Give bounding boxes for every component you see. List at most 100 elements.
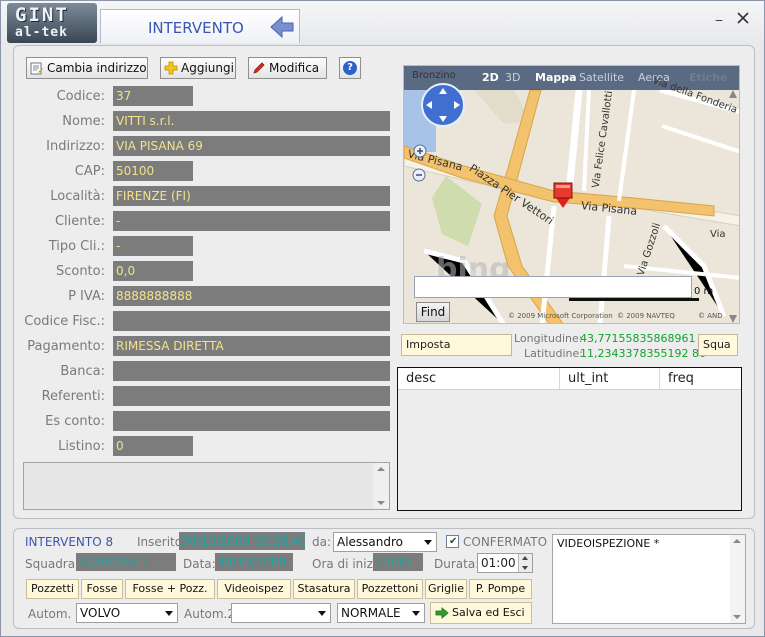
find-button[interactable]: Find (416, 302, 450, 322)
localita-label: Località: (50, 189, 105, 204)
latitude-value: 11,2343378355192 86 (580, 347, 706, 360)
pagamento-label: Pagamento: (27, 339, 105, 354)
street-label-via: Via (710, 229, 726, 240)
service-pozzettoni-button[interactable]: Pozzettoni (357, 579, 423, 599)
indirizzo-field[interactable]: VIA PISANA 69 (113, 136, 390, 156)
notes-scrollbar-right[interactable] (730, 535, 745, 623)
service-fosse-button[interactable]: Fosse (81, 579, 123, 599)
memo-scroll-up-icon[interactable] (733, 539, 741, 543)
piva-field[interactable]: 8888888888 (113, 286, 390, 306)
service-griglie-button[interactable]: Griglie (425, 579, 467, 599)
pagamento-field[interactable]: RIMESSA DIRETTA (113, 336, 390, 356)
map-tab-satellite[interactable]: Satellite (579, 71, 624, 84)
priority-select[interactable]: NORMALE (337, 603, 425, 623)
codice-fisc-field[interactable] (113, 311, 390, 331)
map-vertical-scrollbar[interactable] (727, 90, 739, 323)
save-and-exit-button[interactable]: Salva ed Esci (430, 602, 532, 624)
durata-stepper-buttons[interactable] (518, 554, 532, 572)
service-pozzetti-button[interactable]: Pozzetti (26, 579, 79, 599)
edit-button[interactable]: Modifica (248, 57, 327, 79)
change-address-label: Cambia indirizzo (47, 61, 147, 75)
map-view[interactable]: 2D 3D Mappa Satellite Aerea Etiche Bronz… (403, 65, 740, 324)
piva-label: P IVA: (68, 289, 105, 304)
notes-textarea[interactable] (23, 462, 390, 510)
title-bar: GINT al-tek INTERVENTO _ (1, 1, 764, 45)
close-icon[interactable] (736, 11, 750, 25)
memo-scroll-down-icon[interactable] (733, 615, 741, 619)
data-label: Data: (183, 557, 216, 571)
durata-label: Durata: (434, 557, 480, 571)
map-pan-control-icon[interactable] (420, 82, 466, 128)
back-arrow-icon[interactable] (269, 14, 295, 40)
codice-field[interactable]: 37 (113, 86, 193, 106)
autom1-select[interactable]: VOLVO (76, 603, 178, 623)
chevron-down-icon (165, 611, 173, 616)
map-scale-label: 0 m (694, 286, 714, 297)
scroll-up-icon[interactable] (377, 467, 385, 471)
cap-label: CAP: (74, 164, 105, 179)
stepper-down-icon[interactable] (522, 566, 528, 570)
operator-select[interactable]: Alessandro (333, 532, 437, 552)
map-copyright-microsoft: © 2009 Microsoft Corporation (508, 312, 613, 320)
stepper-up-icon[interactable] (522, 556, 528, 560)
add-label: Aggiungi (181, 61, 234, 75)
scroll-down-icon[interactable] (377, 501, 385, 505)
column-freq[interactable]: freq (660, 368, 741, 390)
intervention-notes[interactable]: VIDEOISPEZIONE * (552, 534, 746, 624)
edit-label: Modifica (269, 61, 320, 75)
equipment-grid[interactable]: desc ult_int freq (397, 367, 742, 511)
autom2-select[interactable] (231, 603, 331, 623)
squadra-value: SQUADRA 1 (76, 553, 176, 571)
column-ult-int[interactable]: ult_int (560, 368, 660, 390)
listino-field[interactable]: 0 (113, 436, 193, 456)
add-button[interactable]: Aggiungi (160, 57, 236, 79)
map-search-input[interactable] (414, 276, 692, 298)
localita-field[interactable]: FIRENZE (FI) (113, 186, 390, 206)
grid-header: desc ult_int freq (398, 368, 741, 390)
squadra-label: Squadra: (25, 557, 80, 571)
es-conto-label: Es conto: (45, 414, 105, 429)
map-tab-road[interactable]: Mappa (535, 71, 577, 84)
cliente-field[interactable]: - (113, 211, 390, 231)
intervento-window: GINT al-tek INTERVENTO _ Cambia indirizz… (0, 0, 765, 637)
change-address-icon (30, 62, 43, 75)
help-icon: ? (343, 61, 357, 75)
location-pin-icon[interactable] (552, 180, 574, 210)
squadra-button[interactable]: Squa (698, 334, 738, 356)
zoom-in-icon[interactable] (413, 144, 427, 158)
set-location-button[interactable]: Imposta (401, 334, 512, 356)
notes-scrollbar[interactable] (373, 463, 389, 509)
street-label-bronzino: Bronzino (412, 70, 456, 81)
cliente-label: Cliente: (54, 214, 105, 229)
check-icon: ✔ (449, 536, 458, 547)
column-desc[interactable]: desc (398, 368, 560, 390)
sconto-field[interactable]: 0,0 (113, 261, 193, 281)
map-scale-bar (569, 298, 699, 301)
service-fosse-pozz-button[interactable]: Fosse + Pozz. (125, 579, 215, 599)
help-button[interactable]: ? (339, 57, 361, 79)
change-address-button[interactable]: Cambia indirizzo (26, 57, 148, 79)
minimize-button[interactable]: _ (713, 8, 725, 21)
nome-field[interactable]: VITTI s.r.l. (113, 111, 390, 131)
map-tab-2d[interactable]: 2D (482, 71, 499, 84)
service-stasatura-button[interactable]: Stasatura (293, 579, 355, 599)
chevron-down-icon (318, 611, 326, 616)
banca-field[interactable] (113, 361, 390, 381)
da-label: da: (312, 535, 332, 549)
logo-text-top: GINT (15, 4, 69, 26)
durata-value: 01:00 (481, 556, 516, 570)
cap-field[interactable]: 50100 (113, 161, 193, 181)
map-tab-labels[interactable]: Etiche (689, 71, 727, 84)
durata-stepper[interactable]: 01:00 (477, 553, 533, 573)
map-tab-3d[interactable]: 3D (505, 71, 520, 84)
es-conto-field[interactable] (113, 411, 390, 431)
confermato-label: CONFERMATO (463, 535, 548, 549)
save-exit-arrow-icon (435, 607, 449, 619)
map-copyright-navteq: © 2009 NAVTEQ (617, 312, 675, 320)
service-p-pompe-button[interactable]: P. Pompe (469, 579, 532, 599)
confermato-checkbox[interactable]: ✔ (446, 535, 459, 548)
tipo-cli-field[interactable]: - (113, 236, 193, 256)
service-videoispez-button[interactable]: Videoispez (217, 579, 291, 599)
zoom-out-icon[interactable] (412, 168, 426, 182)
referenti-field[interactable] (113, 386, 390, 406)
